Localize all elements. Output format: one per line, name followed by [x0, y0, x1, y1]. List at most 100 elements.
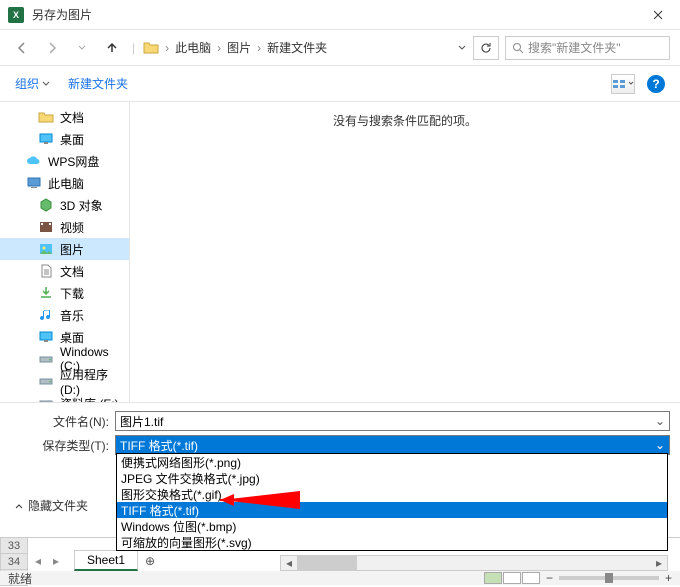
sidebar-item[interactable]: 文档 [0, 260, 129, 282]
folder-icon [38, 109, 54, 125]
dialog-title: 另存为图片 [32, 6, 92, 23]
chevron-down-icon[interactable]: ⌄ [655, 438, 665, 452]
sidebar-item[interactable]: WPS网盘 [0, 150, 129, 172]
sidebar-item-label: WPS网盘 [48, 153, 99, 170]
up-button[interactable] [100, 36, 124, 60]
sidebar-item-label: 图片 [60, 241, 84, 258]
back-button[interactable] [10, 36, 34, 60]
sidebar-item-label: 视频 [60, 219, 84, 236]
sheet-prev-button[interactable]: ◂ [30, 553, 46, 569]
zoom-out-button[interactable]: − [546, 571, 553, 585]
chevron-down-icon[interactable]: ⌄ [655, 414, 665, 428]
sheet-next-button[interactable]: ▸ [48, 553, 64, 569]
desktop-icon [38, 329, 54, 345]
chevron-down-icon [42, 80, 50, 88]
view-mode-button[interactable] [611, 74, 635, 94]
breadcrumb-separator: › [165, 41, 169, 55]
breadcrumb-separator: › [257, 41, 261, 55]
close-button[interactable] [635, 0, 680, 30]
dropdown-option[interactable]: JPEG 文件交换格式(*.jpg) [117, 470, 667, 486]
toolbar-right: ? [611, 74, 665, 94]
sidebar-item[interactable]: 下载 [0, 282, 129, 304]
sidebar-item-label: 桌面 [60, 131, 84, 148]
sidebar-item-label: 音乐 [60, 307, 84, 324]
content-area: 没有与搜索条件匹配的项。 [130, 102, 680, 402]
breadcrumb-separator: › [217, 41, 221, 55]
dropdown-option[interactable]: 可缩放的向量图形(*.svg) [117, 534, 667, 550]
horizontal-scrollbar[interactable]: ◂ ▸ [280, 555, 668, 571]
breadcrumb-item[interactable]: 图片 [227, 39, 251, 56]
search-icon [512, 42, 524, 54]
forward-button[interactable] [40, 36, 64, 60]
organize-button[interactable]: 组织 [15, 75, 50, 92]
close-icon [653, 10, 663, 20]
statusbar: 就绪 − + [0, 571, 680, 585]
sidebar-item[interactable]: 此电脑 [0, 172, 129, 194]
toolbar-left: 组织 新建文件夹 [15, 75, 128, 92]
sidebar-item-label: 文档 [60, 263, 84, 280]
add-sheet-button[interactable]: ⊕ [140, 551, 160, 571]
breadcrumb-item[interactable]: 此电脑 [175, 39, 211, 56]
scroll-thumb[interactable] [297, 556, 357, 570]
sidebar-item-label: 资料库 (E:) [60, 395, 119, 403]
scroll-right-button[interactable]: ▸ [651, 556, 667, 570]
row-header[interactable]: 34 [0, 554, 28, 570]
page-layout-button[interactable] [503, 572, 521, 584]
sidebar-item[interactable]: 应用程序 (D:) [0, 370, 129, 392]
dropdown-option[interactable]: Windows 位图(*.bmp) [117, 518, 667, 534]
drive-icon [38, 351, 54, 367]
view-icon [612, 79, 626, 89]
row-header[interactable]: 33 [0, 538, 28, 554]
empty-message: 没有与搜索条件匹配的项。 [333, 112, 477, 129]
doc-icon [38, 263, 54, 279]
sidebar-item-label: 3D 对象 [60, 197, 103, 214]
search-input[interactable]: 搜索"新建文件夹" [505, 36, 670, 60]
recent-button[interactable] [70, 36, 94, 60]
status-text: 就绪 [8, 570, 32, 587]
sidebar-item-label: 此电脑 [48, 175, 84, 192]
music-icon [38, 307, 54, 323]
sidebar-item[interactable]: 桌面 [0, 128, 129, 150]
breadcrumb[interactable]: › 此电脑 › 图片 › 新建文件夹 [143, 39, 467, 56]
sidebar: 文档桌面WPS网盘此电脑3D 对象视频图片文档下载音乐桌面Windows (C:… [0, 102, 130, 402]
scroll-left-button[interactable]: ◂ [281, 556, 297, 570]
breadcrumb-item[interactable]: 新建文件夹 [267, 39, 327, 56]
filename-label: 文件名(N): [10, 413, 115, 430]
hide-folders-button[interactable]: 隐藏文件夹 [14, 497, 88, 514]
sidebar-item[interactable]: 3D 对象 [0, 194, 129, 216]
main-area: 文档桌面WPS网盘此电脑3D 对象视频图片文档下载音乐桌面Windows (C:… [0, 102, 680, 402]
help-button[interactable]: ? [647, 75, 665, 93]
sidebar-item-label: 下载 [60, 285, 84, 302]
excel-icon: X [8, 7, 24, 23]
filetype-label: 保存类型(T): [10, 437, 115, 454]
sidebar-item[interactable]: 文档 [0, 106, 129, 128]
desktop-icon [38, 131, 54, 147]
chevron-down-icon[interactable] [457, 43, 467, 53]
normal-view-button[interactable] [484, 572, 502, 584]
new-folder-button[interactable]: 新建文件夹 [68, 75, 128, 92]
filetype-select[interactable]: TIFF 格式(*.tif) ⌄ [115, 435, 670, 455]
refresh-icon [480, 42, 492, 54]
filename-input[interactable]: 图片1.tif ⌄ [115, 411, 670, 431]
zoom-in-button[interactable]: + [665, 571, 672, 585]
dropdown-option[interactable]: 便携式网络图形(*.png) [117, 454, 667, 470]
page-break-button[interactable] [522, 572, 540, 584]
refresh-button[interactable] [473, 36, 499, 60]
sidebar-item[interactable]: 图片 [0, 238, 129, 260]
sheet-tab[interactable]: Sheet1 [74, 550, 138, 571]
zoom-slider[interactable] [559, 576, 659, 580]
filetype-dropdown[interactable]: 便携式网络图形(*.png)JPEG 文件交换格式(*.jpg)图形交换格式(*… [116, 453, 668, 551]
dropdown-option[interactable]: 图形交换格式(*.gif) [117, 486, 667, 502]
titlebar-controls [635, 0, 680, 30]
sidebar-item-label: 应用程序 (D:) [60, 366, 129, 397]
sheet-nav: ◂ ▸ [30, 553, 64, 569]
image-icon [38, 241, 54, 257]
nav-separator: | [132, 41, 135, 55]
sidebar-item[interactable]: 视频 [0, 216, 129, 238]
sidebar-item-label: 桌面 [60, 329, 84, 346]
dropdown-option[interactable]: TIFF 格式(*.tif) [117, 502, 667, 518]
scroll-track[interactable] [297, 556, 651, 570]
cloud-icon [26, 153, 42, 169]
sidebar-item[interactable]: 音乐 [0, 304, 129, 326]
3d-icon [38, 197, 54, 213]
